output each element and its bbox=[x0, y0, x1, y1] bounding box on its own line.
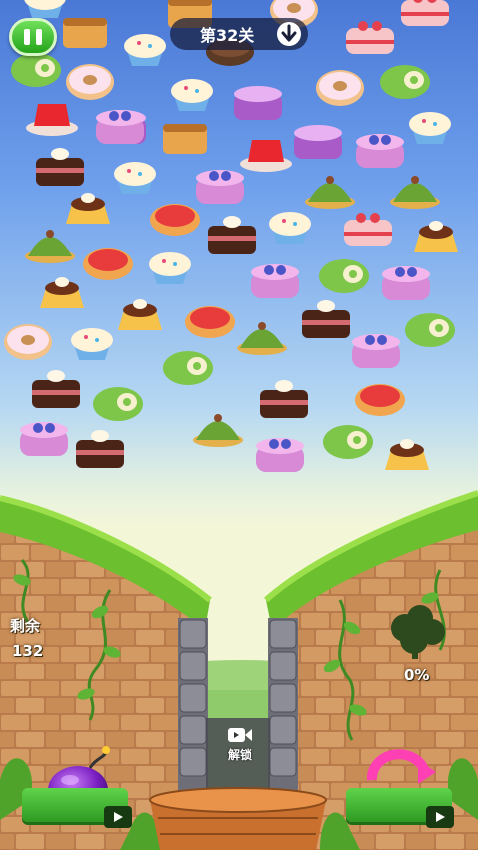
arrow-down-icon[interactable] bbox=[276, 21, 302, 47]
dessert-bubble-roll bbox=[163, 351, 213, 385]
dessert-bubble-flan bbox=[385, 439, 429, 470]
pause-icon-bar bbox=[36, 29, 42, 45]
dessert-bubble-tart bbox=[150, 204, 200, 236]
dessert-bubble-roll bbox=[323, 425, 373, 459]
dessert-bubble-cupcake bbox=[124, 34, 166, 66]
dessert-bubble-chocbrownie bbox=[76, 430, 124, 468]
progress-percentage: 0% bbox=[404, 666, 430, 684]
play-video-icon[interactable] bbox=[104, 806, 132, 828]
dessert-bubble-cupcake bbox=[269, 212, 311, 244]
dessert-grid[interactable] bbox=[4, 0, 458, 472]
dessert-bubble-cupcake bbox=[24, 0, 66, 18]
basket bbox=[149, 787, 327, 850]
dessert-bubble-roll bbox=[319, 259, 369, 293]
dessert-bubble-strawcake bbox=[344, 213, 392, 246]
dessert-bubble-cupcake bbox=[409, 112, 451, 144]
unlock-button[interactable]: 解锁 bbox=[190, 720, 290, 768]
dessert-bubble-cupcake bbox=[171, 79, 213, 111]
dessert-bubble-berry bbox=[196, 170, 244, 204]
dessert-bubble-berry bbox=[382, 266, 430, 300]
dessert-bubble-matcha bbox=[390, 176, 440, 209]
dessert-bubble-berry bbox=[256, 438, 304, 472]
remaining-count: 132 bbox=[12, 642, 44, 660]
dessert-bubble-berry bbox=[356, 134, 404, 168]
pause-button[interactable] bbox=[9, 18, 57, 56]
dessert-bubble-chocbrownie bbox=[260, 380, 308, 418]
dessert-bubble-chocbrownie bbox=[36, 148, 84, 186]
unlock-label: 解锁 bbox=[227, 747, 252, 762]
dessert-bubble-roll bbox=[93, 387, 143, 421]
dessert-bubble-berry bbox=[96, 110, 144, 144]
dessert-bubble-strawcake bbox=[401, 0, 449, 26]
dessert-bubble-cake bbox=[63, 18, 107, 48]
dessert-bubble-roll bbox=[11, 53, 61, 87]
dessert-bubble-cake bbox=[163, 124, 207, 154]
dessert-bubble-flan bbox=[414, 221, 458, 252]
dessert-bubble-strawcake bbox=[346, 21, 394, 54]
dessert-bubble-cupcake bbox=[114, 162, 156, 194]
level-label: 第32关 bbox=[200, 26, 255, 45]
level-indicator: 第32关 bbox=[170, 18, 308, 50]
dessert-bubble-berry bbox=[352, 334, 400, 368]
dessert-bubble-chocbrownie bbox=[32, 370, 80, 408]
pause-icon bbox=[24, 29, 30, 45]
dessert-bubble-donut bbox=[4, 324, 52, 360]
dessert-bubble-matcha bbox=[193, 414, 243, 447]
dessert-bubble-jelly bbox=[26, 104, 78, 136]
dessert-bubble-flan bbox=[40, 277, 84, 308]
dessert-bubble-cheese bbox=[294, 125, 342, 159]
dessert-bubble-cupcake bbox=[71, 328, 113, 360]
dessert-bubble-flan bbox=[66, 193, 110, 224]
dessert-bubble-cheese bbox=[234, 86, 282, 120]
dessert-bubble-matcha bbox=[25, 230, 75, 263]
dessert-bubble-tart bbox=[83, 248, 133, 280]
dessert-bubble-berry bbox=[20, 422, 68, 456]
dessert-bubble-roll bbox=[380, 65, 430, 99]
remaining-label: 剩余 bbox=[10, 617, 41, 635]
dessert-bubble-chocbrownie bbox=[208, 216, 256, 254]
video-camera-icon bbox=[228, 727, 252, 742]
dessert-bubble-chocbrownie bbox=[302, 300, 350, 338]
dessert-bubble-cupcake bbox=[149, 252, 191, 284]
dessert-bubble-donut bbox=[316, 70, 364, 106]
play-video-icon-right[interactable] bbox=[426, 806, 454, 828]
dessert-bubble-matcha bbox=[237, 322, 287, 355]
dessert-bubble-tart bbox=[355, 384, 405, 416]
dessert-bubble-jelly bbox=[240, 140, 292, 172]
dessert-bubble-roll bbox=[405, 313, 455, 347]
dessert-bubble-donut bbox=[66, 64, 114, 100]
dessert-bubble-tart bbox=[185, 306, 235, 338]
dessert-bubble-matcha bbox=[305, 176, 355, 209]
dessert-bubble-flan bbox=[118, 299, 162, 330]
dessert-bubble-berry bbox=[251, 264, 299, 298]
